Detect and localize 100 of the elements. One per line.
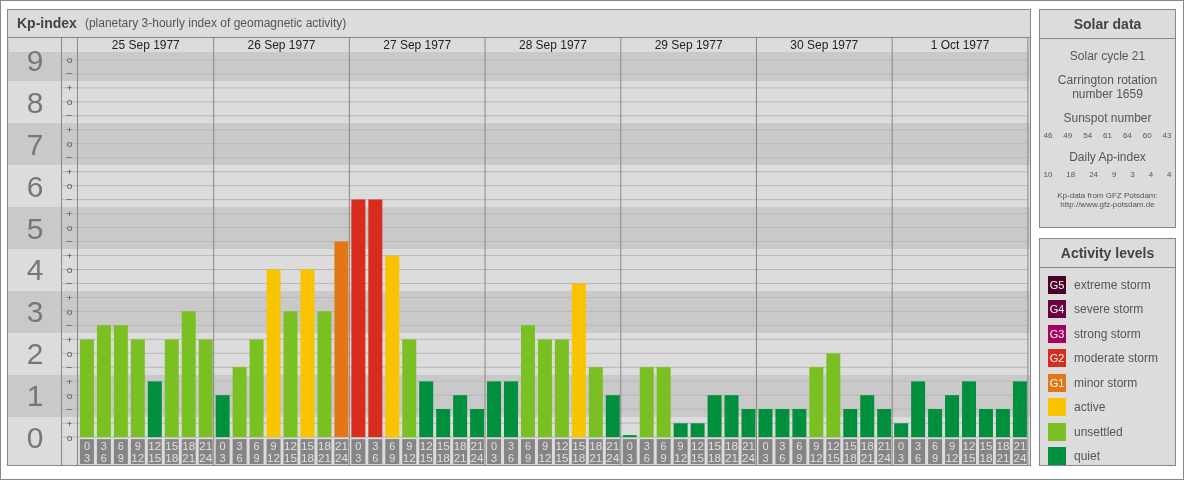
time-slot-label: 6 9	[792, 439, 807, 464]
carrington-rotation: Carrington rotation number 1659	[1056, 73, 1159, 101]
level-swatch: G2	[1048, 349, 1066, 367]
date-label: 25 Sep 1977	[111, 37, 180, 52]
y-axis-label: 0	[26, 421, 44, 455]
time-slot-label: 15 18	[979, 439, 993, 464]
time-slot-label: 9 12	[809, 439, 824, 464]
time-slot-label: 12 15	[690, 439, 705, 464]
minor-tick-label: o	[66, 389, 73, 401]
minor-tick-label: o	[66, 54, 73, 66]
time-slot-label: 6 9	[113, 439, 128, 464]
time-slot-label: 3 6	[232, 439, 247, 464]
minor-tick-label: −	[66, 194, 73, 206]
minor-tick-label: o	[66, 305, 73, 317]
time-slot-label: 15 18	[164, 439, 179, 464]
time-slot-label: 9 12	[673, 439, 688, 464]
minor-tick-label: +	[66, 249, 73, 261]
x-tick-label: 6 9	[796, 440, 803, 465]
x-tick-label: 6 9	[253, 440, 260, 465]
level-swatch: G3	[1048, 324, 1066, 343]
time-slot-label: 15 18	[571, 439, 586, 464]
x-tick-label: 3 6	[643, 440, 650, 465]
minor-tick-label: o	[66, 431, 73, 443]
time-slot-label: 3 6	[639, 439, 654, 464]
time-slot-label: 12 15	[554, 439, 569, 464]
minor-tick-label: o	[66, 222, 73, 233]
time-slot-label: 6 9	[521, 439, 535, 464]
date-label: 30 Sep 1977	[790, 37, 859, 52]
x-tick-label: 0 3	[219, 440, 226, 465]
minor-tick-label: −	[66, 236, 73, 247]
y-axis-label: 9	[26, 43, 44, 77]
x-tick-label: 6 9	[932, 440, 939, 465]
time-slot-label: 0 3	[351, 439, 366, 464]
minor-tick-label: +	[66, 208, 73, 220]
sunspot-number: 46	[1043, 131, 1053, 140]
time-slot-label: 9 12	[945, 439, 960, 464]
chart-subtitle: (planetary 3-hourly index of geomagnetic activity)	[84, 16, 347, 31]
ap-index-label: Daily Ap-index	[1069, 150, 1146, 164]
time-slot-label: 3 6	[911, 439, 926, 464]
date-label: 27 Sep 1977	[383, 37, 452, 52]
minor-tick-label: +	[66, 124, 73, 136]
time-slot-label: 6 9	[385, 439, 400, 464]
minor-tick-label: −	[66, 110, 73, 122]
x-tick-label: 6 9	[117, 440, 124, 465]
level-label: quiet	[1074, 449, 1101, 463]
minor-tick-label: +	[66, 333, 73, 345]
sunspot-number: 43	[1162, 131, 1172, 140]
x-tick-label: 3 6	[100, 440, 107, 465]
source-note: Kp-data from GFZ Potsdam:	[1057, 191, 1158, 200]
time-slot-label: 6 9	[928, 439, 943, 464]
time-slot-label: 0 3	[894, 439, 909, 464]
panel-title: Activity levels	[1040, 238, 1175, 268]
time-slot-label: 6 9	[656, 439, 671, 464]
time-slot-label: 18 21	[317, 439, 332, 464]
y-axis-label: 3	[26, 295, 44, 329]
ap-index-value: 18	[1066, 170, 1076, 179]
minor-tick-label: o	[66, 263, 73, 275]
time-slot-label: 18 21	[995, 439, 1010, 464]
minor-tick-label: −	[66, 152, 73, 164]
time-slot-label: 0 3	[758, 439, 773, 464]
minor-tick-label: +	[66, 82, 73, 94]
solar-cycle: Solar cycle 21	[1069, 49, 1146, 63]
sunspot-label: Sunspot number	[1063, 111, 1152, 125]
ap-index-value: 9	[1111, 170, 1117, 179]
sunspot-number: 61	[1103, 131, 1112, 140]
level-swatch: G1	[1048, 373, 1066, 392]
time-slot-label: 0 3	[487, 439, 502, 464]
x-tick-label: 0 3	[491, 440, 498, 465]
source-url: http://www.gfz-potsdam.de	[1060, 200, 1155, 209]
ap-index-value: 3	[1130, 170, 1135, 179]
x-tick-label: 0 3	[355, 440, 362, 465]
x-tick-label: 6 9	[660, 440, 667, 465]
level-label: unsettled	[1074, 424, 1123, 439]
minor-tick-label: −	[66, 361, 73, 373]
sunspot-number: 60	[1142, 131, 1152, 140]
x-tick-label: 6 9	[389, 440, 396, 465]
time-slot-label: 15 18	[436, 439, 451, 464]
panel-title: Solar data	[1040, 10, 1175, 39]
y-axis-label: 7	[26, 127, 44, 161]
minor-tick-label: o	[66, 180, 73, 192]
y-axis-label: 8	[26, 85, 44, 119]
y-axis-label: 4	[26, 253, 44, 287]
time-slot-label: 0 3	[622, 439, 637, 464]
sunspot-number: 49	[1063, 131, 1073, 140]
ap-index-value: 10	[1043, 170, 1053, 179]
x-tick-label: 3 6	[372, 440, 379, 465]
level-label: active	[1074, 400, 1106, 414]
date-label: 29 Sep 1977	[654, 37, 723, 52]
y-axis-label: 2	[26, 337, 44, 371]
time-slot-label: 21 24	[198, 439, 213, 464]
time-slot-label: 12 15	[962, 439, 976, 464]
time-slot-label: 21 24	[605, 439, 620, 464]
time-slot-label: 18 21	[860, 439, 875, 464]
time-slot-label: 3 6	[368, 439, 383, 464]
level-label: severe storm	[1074, 302, 1144, 316]
time-slot-label: 15 18	[843, 439, 858, 464]
minor-tick-label: −	[66, 68, 73, 80]
level-label: strong storm	[1074, 326, 1141, 341]
x-tick-label: 3 6	[236, 440, 243, 465]
time-slot-label: 18 21	[453, 439, 468, 464]
